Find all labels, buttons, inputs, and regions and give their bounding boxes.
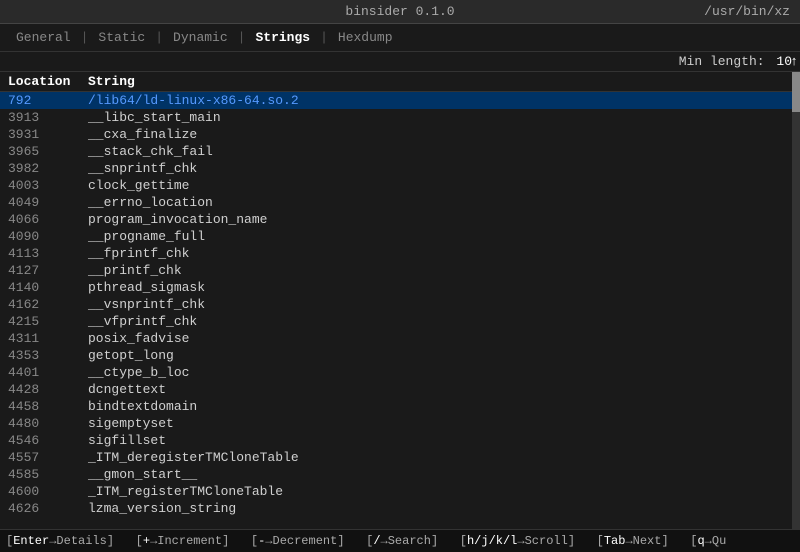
row-string: sigemptyset (88, 416, 792, 431)
row-location: 4428 (8, 382, 88, 397)
table-row[interactable]: 4546sigfillset (0, 432, 800, 449)
col-location-header: Location (8, 74, 88, 89)
row-string: __progname_full (88, 229, 792, 244)
table-row[interactable]: 4428dcngettext (0, 381, 800, 398)
scroll-up-icon[interactable]: ↑ (790, 54, 798, 69)
row-location: 4458 (8, 399, 88, 414)
row-location: 4127 (8, 263, 88, 278)
table-row[interactable]: 4626lzma_version_string (0, 500, 800, 517)
table-row[interactable]: 3982__snprintf_chk (0, 160, 800, 177)
row-location: 792 (8, 93, 88, 108)
table-row[interactable]: 4066program_invocation_name (0, 211, 800, 228)
row-location: 4480 (8, 416, 88, 431)
row-location: 4546 (8, 433, 88, 448)
row-string: __gmon_start__ (88, 467, 792, 482)
row-string: pthread_sigmask (88, 280, 792, 295)
row-location: 4557 (8, 450, 88, 465)
column-header: Location String (0, 72, 800, 92)
row-location: 4090 (8, 229, 88, 244)
row-string: /lib64/ld-linux-x86-64.so.2 (88, 93, 792, 108)
scrollbar-thumb[interactable] (792, 72, 800, 112)
row-string: getopt_long (88, 348, 792, 363)
nav-bar: General | Static | Dynamic | Strings | H… (0, 24, 800, 52)
strings-area: Location String 792/lib64/ld-linux-x86-6… (0, 72, 800, 529)
row-string: dcngettext (88, 382, 792, 397)
top-bar: Min length: 10 ↑ (0, 52, 800, 72)
nav-static[interactable]: Static (90, 28, 153, 47)
table-row[interactable]: 4311posix_fadvise (0, 330, 800, 347)
app-title: binsider 0.1.0 (345, 4, 454, 19)
row-location: 4140 (8, 280, 88, 295)
row-location: 4066 (8, 212, 88, 227)
row-location: 4162 (8, 297, 88, 312)
table-row[interactable]: 792/lib64/ld-linux-x86-64.so.2 (0, 92, 800, 109)
status-text: [Enter→Details] [+→Increment] [-→Decreme… (6, 534, 726, 548)
rows-container: 792/lib64/ld-linux-x86-64.so.23913__libc… (0, 92, 800, 517)
row-location: 4401 (8, 365, 88, 380)
table-row[interactable]: 4600_ITM_registerTMCloneTable (0, 483, 800, 500)
row-location: 4600 (8, 484, 88, 499)
row-location: 4585 (8, 467, 88, 482)
row-string: _ITM_registerTMCloneTable (88, 484, 792, 499)
nav-hexdump[interactable]: Hexdump (330, 28, 401, 47)
content-area: Location String 792/lib64/ld-linux-x86-6… (0, 72, 800, 529)
row-string: __errno_location (88, 195, 792, 210)
row-location: 3931 (8, 127, 88, 142)
row-string: __ctype_b_loc (88, 365, 792, 380)
table-row[interactable]: 4127__printf_chk (0, 262, 800, 279)
table-row[interactable]: 3913__libc_start_main (0, 109, 800, 126)
row-string: __vfprintf_chk (88, 314, 792, 329)
table-row[interactable]: 4113__fprintf_chk (0, 245, 800, 262)
row-location: 4215 (8, 314, 88, 329)
table-row[interactable]: 4162__vsnprintf_chk (0, 296, 800, 313)
table-row[interactable]: 4458bindtextdomain (0, 398, 800, 415)
row-string: posix_fadvise (88, 331, 792, 346)
row-location: 3982 (8, 161, 88, 176)
table-row[interactable]: 3965__stack_chk_fail (0, 143, 800, 160)
row-string: __fprintf_chk (88, 246, 792, 261)
row-location: 3965 (8, 144, 88, 159)
table-row[interactable]: 4003clock_gettime (0, 177, 800, 194)
status-bar: [Enter→Details] [+→Increment] [-→Decreme… (0, 529, 800, 552)
table-row[interactable]: 4140pthread_sigmask (0, 279, 800, 296)
row-string: __stack_chk_fail (88, 144, 792, 159)
row-string: __vsnprintf_chk (88, 297, 792, 312)
row-string: program_invocation_name (88, 212, 792, 227)
table-row[interactable]: 4215__vfprintf_chk (0, 313, 800, 330)
row-location: 4049 (8, 195, 88, 210)
nav-general[interactable]: General (8, 28, 79, 47)
table-row[interactable]: 4480sigemptyset (0, 415, 800, 432)
table-row[interactable]: 4090__progname_full (0, 228, 800, 245)
row-string: __cxa_finalize (88, 127, 792, 142)
row-string: _ITM_deregisterTMCloneTable (88, 450, 792, 465)
row-location: 4311 (8, 331, 88, 346)
row-string: sigfillset (88, 433, 792, 448)
table-row[interactable]: 4401__ctype_b_loc (0, 364, 800, 381)
row-string: __libc_start_main (88, 110, 792, 125)
row-location: 3913 (8, 110, 88, 125)
table-row[interactable]: 4585__gmon_start__ (0, 466, 800, 483)
nav-dynamic[interactable]: Dynamic (165, 28, 236, 47)
row-string: __snprintf_chk (88, 161, 792, 176)
title-bar: binsider 0.1.0 /usr/bin/xz (0, 0, 800, 24)
table-row[interactable]: 4049__errno_location (0, 194, 800, 211)
col-string-header: String (88, 74, 792, 89)
row-string: __printf_chk (88, 263, 792, 278)
table-row[interactable]: 4353getopt_long (0, 347, 800, 364)
row-location: 4353 (8, 348, 88, 363)
row-string: bindtextdomain (88, 399, 792, 414)
row-location: 4113 (8, 246, 88, 261)
row-string: clock_gettime (88, 178, 792, 193)
app-path: /usr/bin/xz (704, 4, 790, 19)
min-length-label: Min length: 10 (679, 54, 792, 69)
table-row[interactable]: 4557_ITM_deregisterTMCloneTable (0, 449, 800, 466)
row-location: 4003 (8, 178, 88, 193)
row-location: 4626 (8, 501, 88, 516)
table-row[interactable]: 3931__cxa_finalize (0, 126, 800, 143)
row-string: lzma_version_string (88, 501, 792, 516)
nav-strings[interactable]: Strings (247, 28, 318, 47)
scrollbar[interactable] (792, 72, 800, 529)
